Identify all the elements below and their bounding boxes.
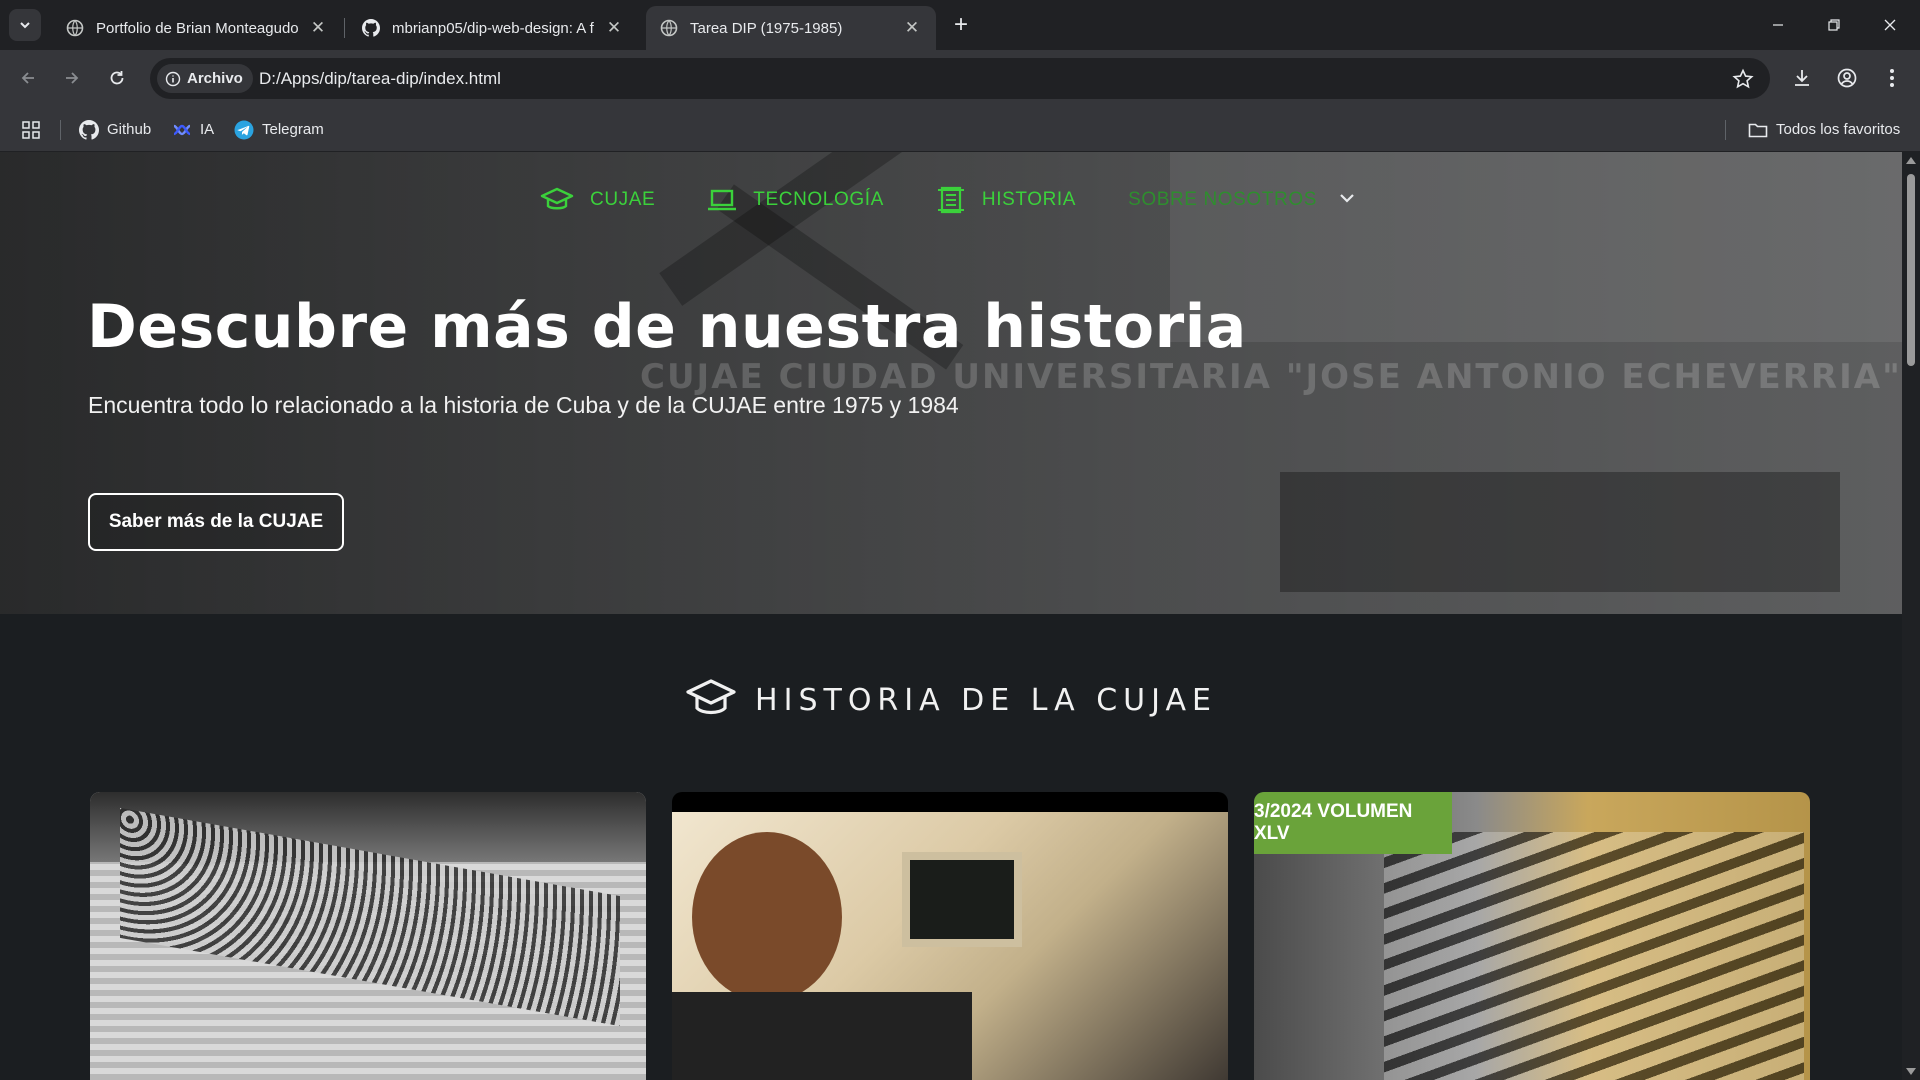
- card-computer-photo[interactable]: [672, 792, 1228, 1080]
- reload-icon: [110, 71, 124, 85]
- close-icon[interactable]: ✕: [604, 18, 624, 38]
- nav-label: CUJAE: [590, 189, 656, 210]
- apps-button[interactable]: [22, 107, 48, 152]
- arrow-right-icon: [66, 72, 79, 84]
- background-image: [1280, 472, 1840, 592]
- github-icon: [362, 19, 380, 37]
- close-icon[interactable]: ✕: [308, 18, 328, 38]
- bookmark-telegram[interactable]: Telegram: [234, 107, 324, 152]
- restore-icon: [1828, 19, 1840, 31]
- minimize-icon: [1773, 24, 1783, 26]
- scroll-icon: [937, 186, 964, 214]
- tab-search-button[interactable]: [9, 9, 41, 41]
- browser-toolbar: Archivo D:/Apps/dip/tarea-dip/index.html: [0, 50, 1920, 107]
- globe-icon: [66, 19, 84, 37]
- account-icon: [1837, 68, 1857, 88]
- hero-section: CUJAE CIUDAD UNIVERSITARIA "JOSE ANTONIO…: [0, 152, 1902, 614]
- scrollbar-thumb[interactable]: [1907, 174, 1915, 366]
- address-bar[interactable]: Archivo D:/Apps/dip/tarea-dip/index.html: [150, 58, 1770, 99]
- tab-title: mbrianp05/dip-web-design: A f: [392, 19, 594, 37]
- github-icon: [79, 119, 99, 140]
- background-image: [659, 152, 961, 306]
- bookmark-star-button[interactable]: [1732, 68, 1754, 95]
- folder-icon: [1748, 123, 1768, 137]
- star-icon: [1732, 68, 1754, 89]
- magazine-volume-tag: 3/2024 VOLUMEN XLV: [1254, 792, 1452, 854]
- bookmark-separator: [1725, 120, 1726, 140]
- nav-label: TECNOLOGÍA: [753, 189, 884, 210]
- all-bookmarks-label: Todos los favoritos: [1776, 121, 1901, 138]
- globe-icon: [660, 19, 678, 37]
- reload-button[interactable]: [99, 60, 135, 96]
- all-bookmarks-button[interactable]: Todos los favoritos: [1748, 107, 1900, 152]
- tab-tarea-dip[interactable]: Tarea DIP (1975-1985) ✕: [646, 6, 936, 50]
- bookmark-label: Telegram: [262, 121, 324, 138]
- tab-portfolio[interactable]: Portfolio de Brian Monteagudo ✕: [52, 6, 342, 50]
- arrow-left-icon: [21, 72, 34, 84]
- site-info-label: Archivo: [187, 70, 243, 87]
- bookmark-github[interactable]: Github: [79, 107, 151, 152]
- hero-lead: Encuentra todo lo relacionado a la histo…: [88, 392, 959, 418]
- scroll-down-arrow[interactable]: [1906, 1068, 1916, 1075]
- url-text[interactable]: D:/Apps/dip/tarea-dip/index.html: [259, 58, 501, 99]
- page-viewport: CUJAE CIUDAD UNIVERSITARIA "JOSE ANTONIO…: [0, 152, 1902, 1080]
- back-button[interactable]: [10, 60, 46, 96]
- forward-button[interactable]: [54, 60, 90, 96]
- photo-monitor: [902, 852, 1022, 947]
- downloads-button[interactable]: [1788, 64, 1816, 92]
- nav-cujae[interactable]: CUJAE: [540, 186, 655, 214]
- scroll-up-arrow[interactable]: [1906, 157, 1916, 164]
- close-icon: [1884, 19, 1896, 31]
- bookmark-ia[interactable]: IA: [172, 107, 214, 152]
- photo-person: [672, 992, 972, 1080]
- tab-github[interactable]: mbrianp05/dip-web-design: A f ✕: [348, 6, 638, 50]
- nav-historia[interactable]: HISTORIA: [936, 185, 1076, 215]
- profile-button[interactable]: [1833, 64, 1861, 92]
- nav-tecnologia[interactable]: TECNOLOGÍA: [707, 188, 884, 212]
- main-nav: CUJAE TECNOLOGÍA HISTORIA SOBRE NOSOTROS: [540, 178, 1355, 222]
- bookmarks-bar: Github IA Telegram Todos los favoritos: [0, 107, 1920, 152]
- ai-icon: [173, 124, 191, 135]
- download-icon: [1795, 70, 1809, 86]
- close-window-button[interactable]: [1862, 0, 1918, 50]
- restore-button[interactable]: [1806, 0, 1862, 50]
- new-tab-button[interactable]: +: [944, 10, 978, 40]
- menu-button[interactable]: [1878, 64, 1906, 92]
- photo-person: [692, 832, 842, 1002]
- plus-icon: +: [953, 11, 968, 38]
- card-magazine-cover[interactable]: 3/2024 VOLUMEN XLV: [1254, 792, 1810, 1080]
- minimize-button[interactable]: [1750, 0, 1806, 50]
- card-group-photo[interactable]: [90, 792, 646, 1080]
- hero-title: Descubre más de nuestra historia: [87, 292, 1247, 362]
- nav-label: SOBRE NOSOTROS: [1128, 189, 1317, 210]
- nav-sobre-nosotros[interactable]: SOBRE NOSOTROS: [1128, 189, 1317, 211]
- tab-separator: [344, 18, 345, 38]
- tab-strip: Portfolio de Brian Monteagudo ✕ mbrianp0…: [0, 0, 1920, 50]
- nav-label: HISTORIA: [981, 189, 1077, 210]
- bookmark-label: Github: [107, 121, 152, 138]
- saber-mas-button[interactable]: Saber más de la CUJAE: [88, 493, 344, 551]
- laptop-icon: [708, 189, 737, 211]
- chevron-down-icon[interactable]: [1339, 191, 1355, 209]
- tab-title: Tarea DIP (1975-1985): [690, 19, 843, 37]
- photo-building: [1384, 832, 1804, 1080]
- more-vertical-icon: [1890, 69, 1894, 87]
- telegram-icon: [234, 120, 254, 139]
- info-icon: [165, 71, 181, 86]
- section-heading: HISTORIA DE LA CUJAE: [0, 677, 1902, 723]
- graduation-cap-icon: [686, 679, 736, 715]
- bookmark-label: IA: [200, 121, 215, 138]
- bookmark-separator: [60, 120, 61, 140]
- site-info-chip[interactable]: Archivo: [157, 64, 253, 93]
- page-scrollbar[interactable]: [1902, 152, 1920, 1080]
- apps-grid-icon: [22, 120, 40, 139]
- section-title: HISTORIA DE LA CUJAE: [755, 682, 1217, 718]
- graduation-cap-icon: [540, 187, 574, 210]
- tab-title: Portfolio de Brian Monteagudo: [96, 19, 298, 37]
- chevron-down-icon: [20, 22, 30, 29]
- close-icon[interactable]: ✕: [902, 18, 922, 38]
